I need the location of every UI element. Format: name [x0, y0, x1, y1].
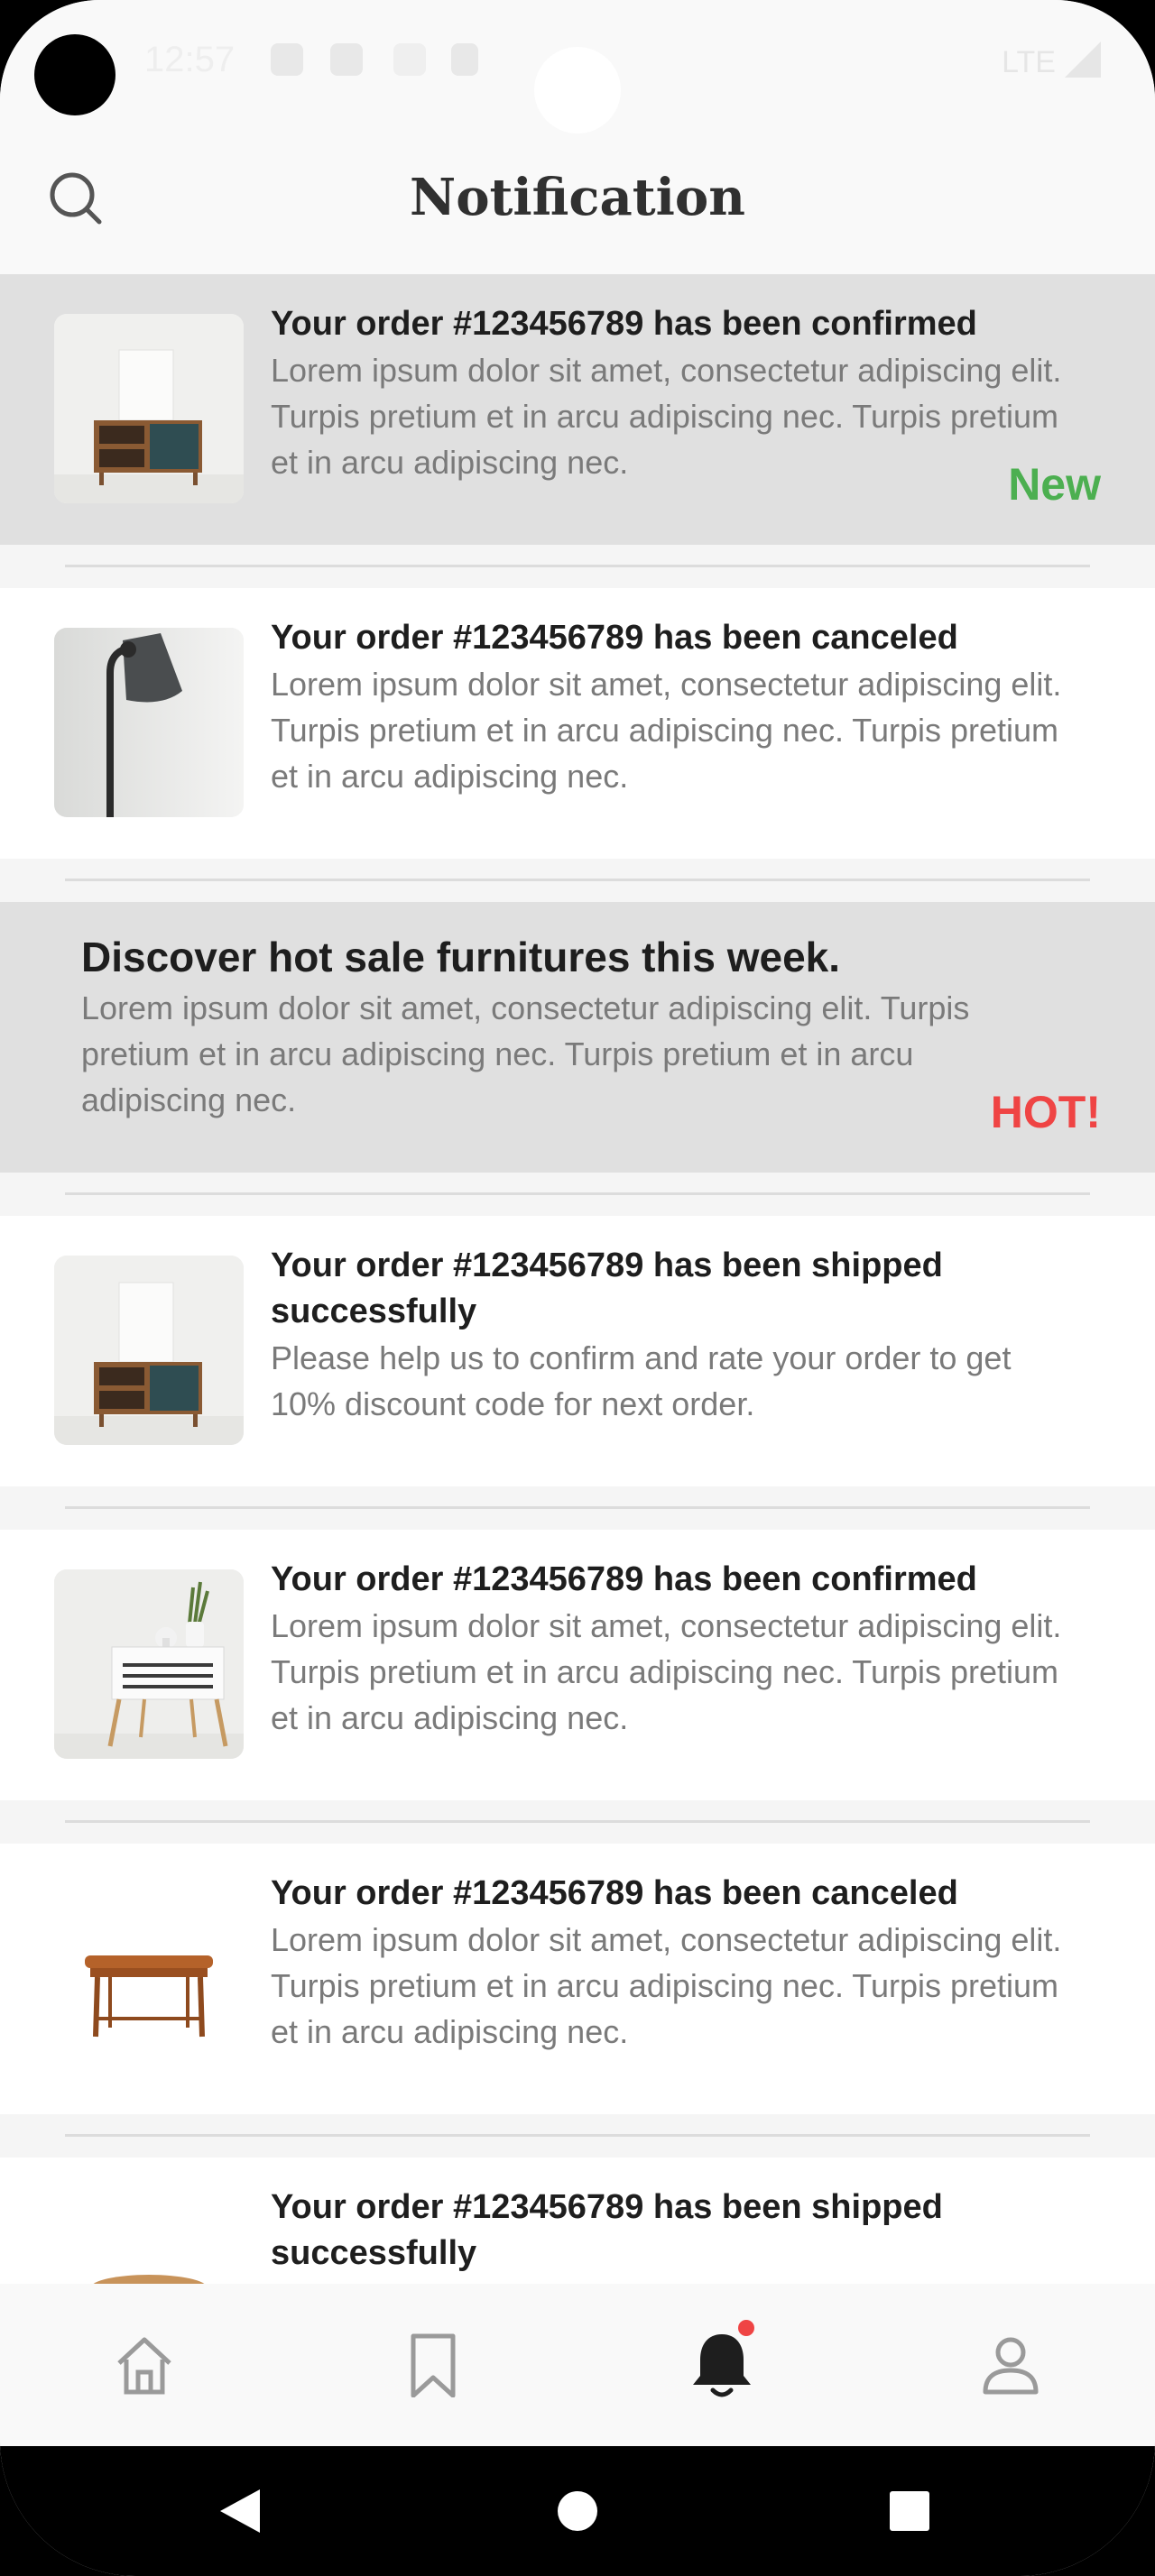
sim-card-icon — [451, 43, 478, 76]
bottom-navigation — [0, 2284, 1155, 2446]
divider — [0, 545, 1155, 588]
notification-indicator — [738, 2320, 754, 2336]
divider — [0, 2114, 1155, 2157]
gear-icon — [271, 43, 303, 76]
notification-text: Your order #123456789 has been confirmed… — [271, 301, 1083, 485]
notification-item[interactable]: Your order #123456789 has been canceled … — [0, 1844, 1155, 2114]
sideboard-image — [54, 1256, 244, 1445]
notification-text: Your order #123456789 has been canceled … — [271, 1871, 1083, 2055]
gear-icon — [330, 43, 363, 76]
camera-lens — [534, 47, 621, 133]
nightstand-image — [54, 1569, 244, 1759]
notification-text: Your order #123456789 has been shipped s… — [271, 1243, 1083, 1427]
notification-title: Your order #123456789 has been canceled — [271, 1874, 958, 1912]
network-label: LTE — [1002, 45, 1056, 79]
home-circle-icon[interactable] — [541, 2475, 614, 2547]
notification-list: Your order #123456789 has been confirmed… — [0, 274, 1155, 2428]
recents-icon[interactable] — [873, 2475, 946, 2547]
promo-title: Discover hot sale furnitures this week. — [81, 934, 841, 980]
promo-body: Lorem ipsum dolor sit amet, consectetur … — [81, 989, 970, 1118]
floor-lamp-image — [54, 628, 244, 817]
signal-icon — [1065, 41, 1101, 78]
notification-title: Your order #123456789 has been shipped s… — [271, 2188, 943, 2272]
divider — [0, 1486, 1155, 1530]
promo-text: Discover hot sale furnitures this week. … — [81, 929, 1092, 1123]
divider — [0, 1173, 1155, 1216]
profile-icon[interactable] — [966, 2320, 1056, 2410]
divider — [0, 1800, 1155, 1844]
notification-body: Lorem ipsum dolor sit amet, consectetur … — [271, 1607, 1062, 1736]
notification-title: Your order #123456789 has been confirmed — [271, 1560, 977, 1598]
app-header: Notification — [0, 135, 1155, 274]
back-icon[interactable] — [204, 2475, 276, 2547]
home-icon[interactable] — [99, 2320, 189, 2410]
new-badge: New — [1008, 459, 1101, 510]
notification-text: Your order #123456789 has been shipped s… — [271, 2185, 1083, 2277]
notification-body: Please help us to confirm and rate your … — [271, 1339, 1012, 1422]
notification-item[interactable]: Your order #123456789 has been canceled … — [0, 588, 1155, 859]
camera-cutout — [34, 34, 116, 115]
notification-item[interactable]: Your order #123456789 has been shipped s… — [0, 1216, 1155, 1486]
system-navigation-bar — [0, 2446, 1155, 2576]
notification-text: Your order #123456789 has been confirmed… — [271, 1557, 1083, 1741]
shield-icon — [393, 43, 426, 76]
notification-body: Lorem ipsum dolor sit amet, consectetur … — [271, 1921, 1062, 2050]
status-time: 12:57 — [144, 40, 236, 79]
notification-body: Lorem ipsum dolor sit amet, consectetur … — [271, 666, 1062, 795]
bookmark-icon[interactable] — [388, 2320, 478, 2410]
phone-screen: 12:57 LTE Notification Your order #12345… — [0, 0, 1155, 2576]
page-title: Notification — [410, 168, 745, 227]
promo-item[interactable]: Discover hot sale furnitures this week. … — [0, 902, 1155, 1173]
notification-title: Your order #123456789 has been confirmed — [271, 305, 977, 343]
wooden-table-image — [54, 1883, 244, 2073]
notification-item[interactable]: Your order #123456789 has been confirmed… — [0, 274, 1155, 545]
notification-body: Lorem ipsum dolor sit amet, consectetur … — [271, 352, 1062, 481]
notification-text: Your order #123456789 has been canceled … — [271, 615, 1083, 799]
bell-icon[interactable] — [677, 2320, 767, 2410]
notification-title: Your order #123456789 has been shipped s… — [271, 1247, 943, 1330]
notification-item[interactable]: Your order #123456789 has been confirmed… — [0, 1530, 1155, 1800]
notification-title: Your order #123456789 has been canceled — [271, 619, 958, 657]
sideboard-image — [54, 314, 244, 503]
status-bar: 12:57 LTE — [0, 0, 1155, 135]
hot-badge: HOT! — [990, 1087, 1101, 1137]
divider — [0, 859, 1155, 902]
